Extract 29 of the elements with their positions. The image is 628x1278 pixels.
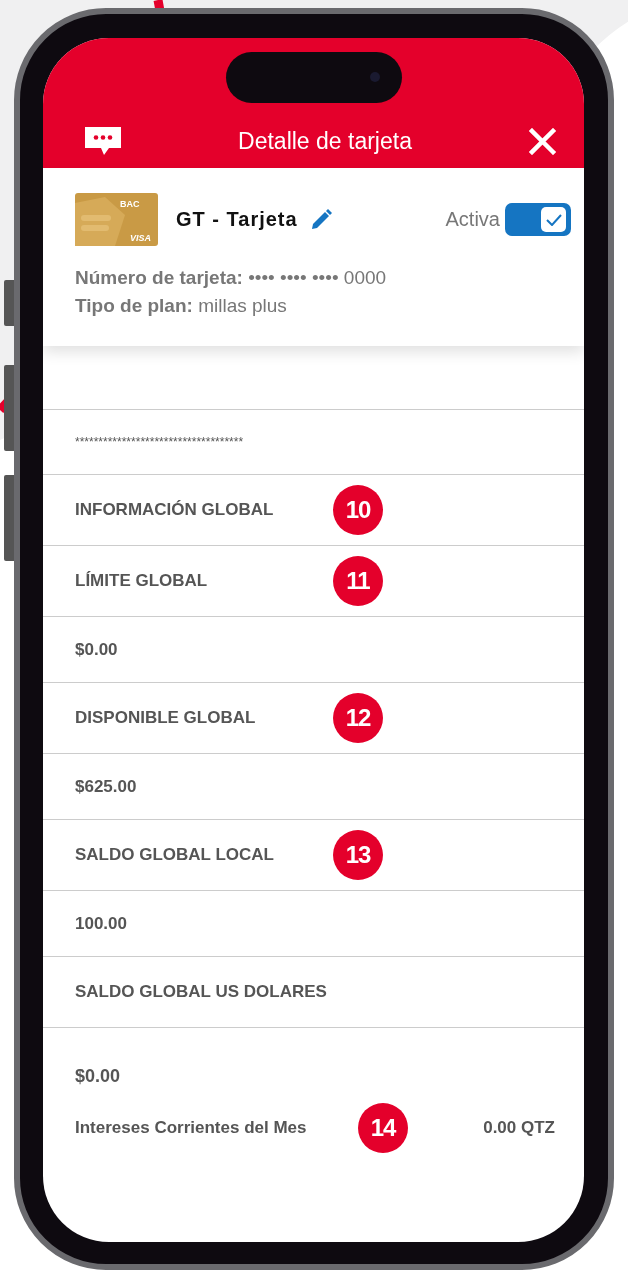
status-label: Activa [445,208,500,231]
pencil-icon[interactable] [309,208,332,231]
number-badge: 11 [333,556,383,606]
check-icon [545,213,562,226]
close-icon[interactable] [529,127,556,155]
section-heading: INFORMACIÓN GLOBAL [75,500,275,520]
section-heading: LÍMITE GLOBAL [75,571,209,591]
section-heading: SALDO GLOBAL US DOLARES [75,982,328,1002]
number-badge: 14 [358,1103,408,1153]
section-heading: DISPONIBLE GLOBAL [75,708,257,728]
section-heading: SALDO GLOBAL LOCAL [75,845,275,865]
screen-title: Detalle de tarjeta [238,127,412,155]
chat-bubble-icon[interactable] [85,127,121,155]
amount-text: $625.00 [75,776,138,797]
card-image: BAC VISA [75,193,158,246]
plan-type-text: Tipo de plan: millas plus [75,294,288,318]
card-name: GT - Tarjeta [176,208,298,231]
camera-lens [369,72,380,82]
number-badge: 10 [333,485,383,535]
amount-text: $0.00 [74,1065,122,1087]
card-number-text: Número de tarjeta: •••• •••• •••• 0000 [75,266,388,290]
active-toggle[interactable] [505,203,571,236]
masked-text: ************************************ [43,410,584,475]
interest-label: Intereses Corrientes del Mes [75,1118,308,1138]
number-badge: 12 [333,693,383,743]
interest-value: 0.00 QTZ [483,1118,555,1138]
amount-text: $0.00 [75,639,119,660]
amount-text: 100.00 [75,913,128,934]
number-badge: 13 [333,830,383,880]
